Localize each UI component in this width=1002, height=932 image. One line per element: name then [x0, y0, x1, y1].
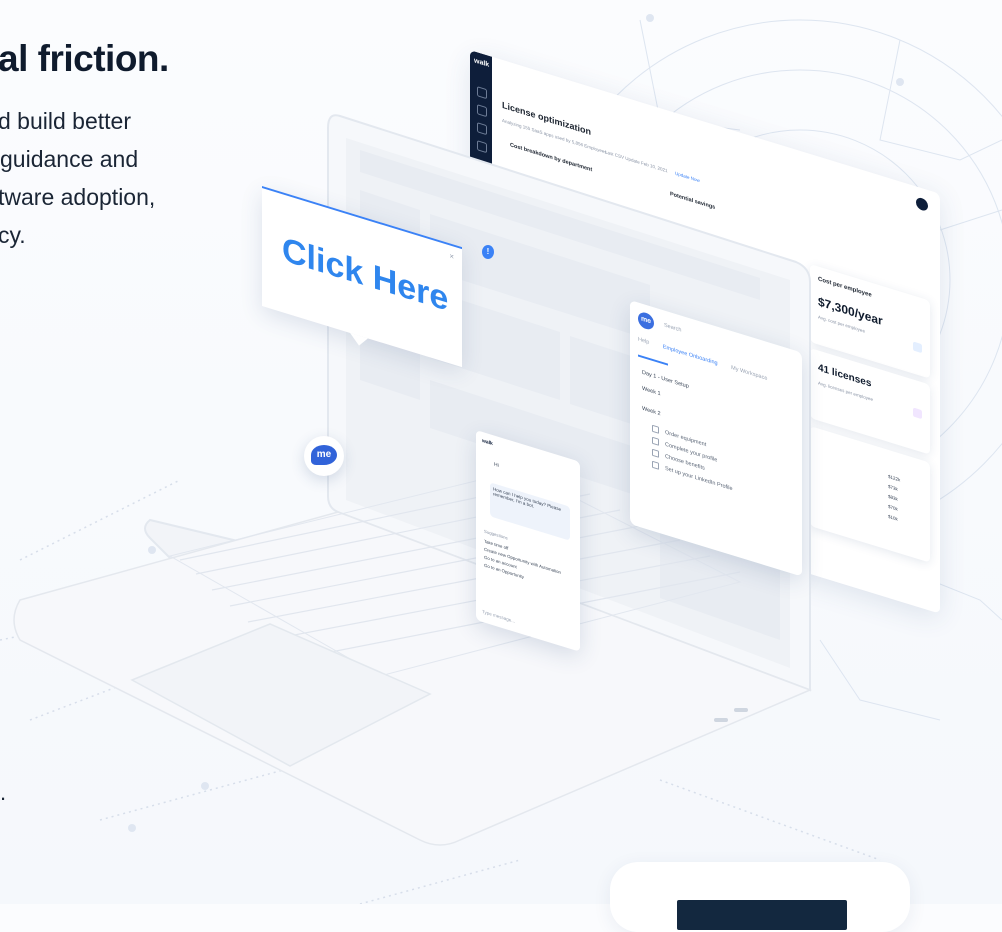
tab-employee-onboarding[interactable]: Employee Onboarding [663, 344, 718, 367]
walkme-launcher-button[interactable]: me [304, 436, 344, 476]
tab-help[interactable]: Help [638, 336, 649, 345]
click-here-text: Click Here [282, 230, 449, 319]
notification-badge[interactable]: ! [482, 245, 494, 259]
progress-bar [638, 354, 668, 366]
search-input[interactable]: Search [664, 322, 681, 333]
cta-card [610, 862, 910, 932]
checkbox-icon[interactable] [652, 460, 659, 470]
close-icon[interactable]: × [449, 251, 454, 261]
checkbox-icon[interactable] [652, 448, 659, 458]
chat-message-input[interactable]: Type message... [482, 609, 515, 624]
list-item-week2[interactable]: Week 2 [642, 406, 661, 418]
list-item-week1[interactable]: Week 1 [642, 386, 661, 398]
chat-message: How can I help you today? Please remembe… [490, 482, 570, 541]
me-logo-icon: me [311, 445, 337, 465]
checkbox-icon[interactable] [652, 436, 659, 446]
cta-button[interactable] [677, 900, 847, 930]
checkbox-icon[interactable] [652, 424, 659, 434]
tab-my-workspace[interactable]: My Workspace [731, 365, 767, 382]
chat-greeting: Hi [494, 461, 499, 469]
walkme-logo-icon: me [638, 310, 654, 332]
chat-widget: walk Hi How can I help you today? Please… [476, 430, 580, 652]
chat-logo: walk [482, 437, 493, 448]
